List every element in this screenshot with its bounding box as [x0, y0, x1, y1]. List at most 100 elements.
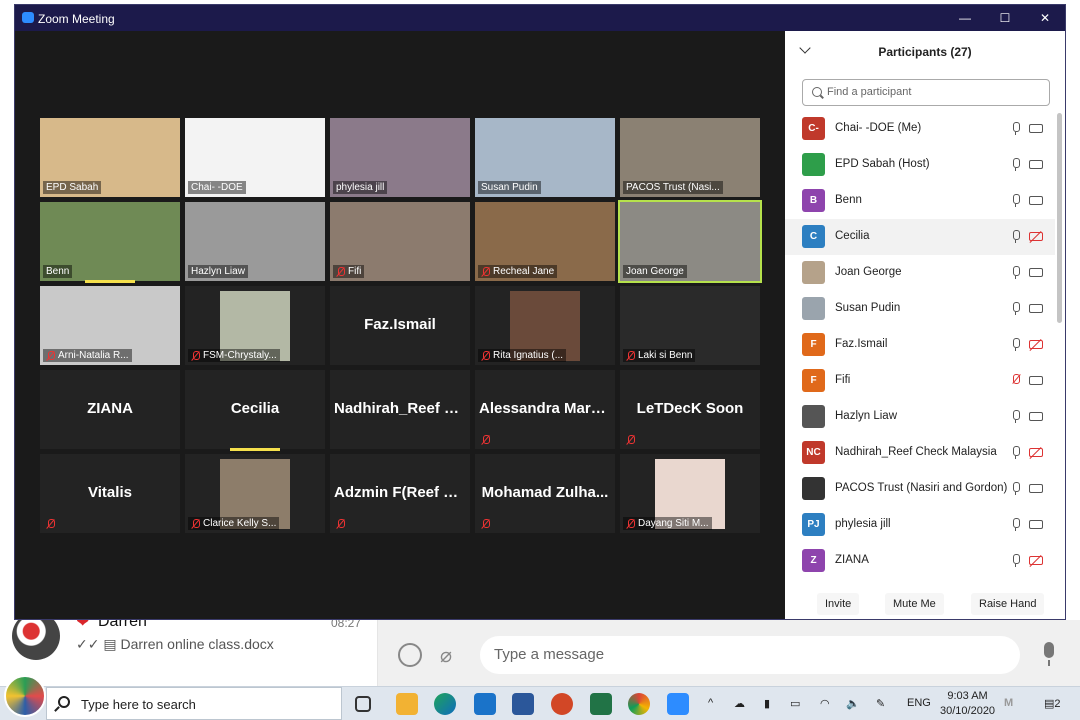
- edge-icon[interactable]: [434, 693, 456, 715]
- participant-row[interactable]: Hazlyn Liaw: [785, 399, 1055, 435]
- video-icon[interactable]: [1029, 196, 1043, 205]
- powerpoint-icon[interactable]: [551, 693, 573, 715]
- video-tile[interactable]: Mohamad Zulha...: [475, 454, 615, 533]
- app-icon[interactable]: M: [1004, 697, 1013, 709]
- video-tile[interactable]: Cecilia: [185, 370, 325, 451]
- video-icon[interactable]: [1029, 268, 1043, 277]
- zoom-taskbar-icon[interactable]: [667, 693, 689, 715]
- video-tile[interactable]: phylesia jill: [330, 118, 470, 197]
- participant-row[interactable]: EPD Sabah (Host): [785, 147, 1055, 183]
- video-tile[interactable]: EPD Sabah: [40, 118, 180, 197]
- video-tile[interactable]: Rita Ignatius (...: [475, 286, 615, 365]
- message-input[interactable]: Type a message: [480, 636, 1020, 674]
- emoji-icon[interactable]: [398, 643, 422, 667]
- clock[interactable]: 9:03 AM 30/10/2020: [940, 689, 995, 719]
- participant-row[interactable]: PACOS Trust (Nasiri and Gordon): [785, 471, 1055, 507]
- video-tile[interactable]: Adzmin F(Reef C...: [330, 454, 470, 533]
- video-tile[interactable]: Dayang Siti M...: [620, 454, 760, 533]
- minimize-button[interactable]: —: [945, 9, 985, 27]
- mic-icon[interactable]: [1012, 446, 1020, 459]
- maximize-button[interactable]: ☐: [985, 9, 1025, 27]
- participant-row[interactable]: PJ phylesia jill: [785, 507, 1055, 543]
- mic-icon[interactable]: [1012, 122, 1020, 135]
- video-tile[interactable]: LeTDecK Soon: [620, 370, 760, 449]
- video-icon[interactable]: [1029, 412, 1043, 421]
- mail-icon[interactable]: [474, 693, 496, 715]
- video-tile[interactable]: Recheal Jane: [475, 202, 615, 281]
- task-view-icon[interactable]: [355, 696, 371, 712]
- video-tile[interactable]: Alessandra Mark...: [475, 370, 615, 449]
- participant-row[interactable]: Z ZIANA: [785, 543, 1055, 579]
- mic-icon[interactable]: [1012, 554, 1020, 567]
- video-icon[interactable]: [1029, 484, 1043, 493]
- video-tile[interactable]: Nadhirah_Reef C...: [330, 370, 470, 449]
- close-button[interactable]: ✕: [1025, 9, 1065, 27]
- wifi-icon[interactable]: ◠: [820, 697, 830, 710]
- video-tile[interactable]: Fifi: [330, 202, 470, 281]
- phone-icon[interactable]: ▮: [764, 697, 770, 710]
- participant-row[interactable]: C- Chai- -DOE (Me): [785, 111, 1055, 147]
- video-icon[interactable]: [1029, 124, 1043, 133]
- participant-row[interactable]: F Fifi: [785, 363, 1055, 399]
- participant-row[interactable]: C Cecilia: [785, 219, 1055, 255]
- mic-icon[interactable]: [1012, 194, 1020, 207]
- word-icon[interactable]: [512, 693, 534, 715]
- video-tile[interactable]: PACOS Trust (Nasi...: [620, 118, 760, 197]
- video-icon[interactable]: [1029, 520, 1043, 529]
- mic-icon[interactable]: [1012, 482, 1020, 495]
- mic-icon[interactable]: [1012, 266, 1020, 279]
- video-tile[interactable]: Hazlyn Liaw: [185, 202, 325, 281]
- participant-list-scrollbar[interactable]: [1057, 113, 1062, 323]
- video-off-icon[interactable]: [1029, 232, 1043, 241]
- participant-search-input[interactable]: Find a participant: [802, 79, 1050, 106]
- video-tile[interactable]: Chai- -DOE: [185, 118, 325, 197]
- chrome-icon[interactable]: [628, 693, 650, 715]
- pen-icon[interactable]: ✎: [876, 697, 885, 710]
- video-tile[interactable]: Arni-Natalia R...: [40, 286, 180, 365]
- mic-icon[interactable]: [1012, 302, 1020, 315]
- volume-icon[interactable]: 🔈: [846, 697, 860, 710]
- mic-icon[interactable]: [1012, 230, 1020, 243]
- mic-icon[interactable]: [1012, 338, 1020, 351]
- video-icon[interactable]: [1029, 376, 1043, 385]
- voice-mic-icon[interactable]: [1040, 642, 1058, 668]
- tile-name-label: Rita Ignatius (...: [478, 349, 567, 362]
- video-off-icon[interactable]: [1029, 448, 1043, 457]
- video-tile[interactable]: FSM-Chrystaly...: [185, 286, 325, 365]
- mic-icon[interactable]: [1012, 518, 1020, 531]
- video-tile[interactable]: Joan George: [618, 200, 762, 283]
- onedrive-icon[interactable]: ☁: [734, 697, 745, 710]
- file-explorer-icon[interactable]: [396, 693, 418, 715]
- video-off-icon[interactable]: [1029, 556, 1043, 565]
- tray-chevron-icon[interactable]: ^: [708, 697, 713, 709]
- participant-row[interactable]: Joan George: [785, 255, 1055, 291]
- video-icon[interactable]: [1029, 160, 1043, 169]
- raise-hand-button[interactable]: Raise Hand: [971, 593, 1045, 615]
- video-tile[interactable]: Vitalis: [40, 454, 180, 533]
- mic-icon[interactable]: [1012, 158, 1020, 171]
- language-indicator[interactable]: ENG: [907, 697, 931, 709]
- video-tile[interactable]: ZIANA: [40, 370, 180, 449]
- video-off-icon[interactable]: [1029, 340, 1043, 349]
- invite-button[interactable]: Invite: [817, 593, 860, 615]
- participant-row[interactable]: B Benn: [785, 183, 1055, 219]
- mute-me-button[interactable]: Mute Me: [885, 593, 944, 615]
- battery-icon[interactable]: ▭: [790, 697, 800, 710]
- mic-muted-icon[interactable]: [1012, 374, 1020, 387]
- notifications-icon[interactable]: ▤2: [1044, 697, 1061, 710]
- participant-row[interactable]: NC Nadhirah_Reef Check Malaysia: [785, 435, 1055, 471]
- desktop-logo-icon: [4, 675, 46, 717]
- participant-row[interactable]: F Faz.Ismail: [785, 327, 1055, 363]
- video-tile[interactable]: Laki si Benn: [620, 286, 760, 365]
- taskbar-search[interactable]: Type here to search: [46, 687, 342, 720]
- attach-icon[interactable]: ⌀: [440, 643, 452, 668]
- video-tile[interactable]: Faz.Ismail: [330, 286, 470, 365]
- tile-name-text: Joan George: [626, 266, 684, 277]
- video-icon[interactable]: [1029, 304, 1043, 313]
- video-tile[interactable]: Clarice Kelly S...: [185, 454, 325, 533]
- video-tile[interactable]: Benn: [40, 202, 180, 283]
- participant-row[interactable]: Susan Pudin: [785, 291, 1055, 327]
- excel-icon[interactable]: [590, 693, 612, 715]
- mic-icon[interactable]: [1012, 410, 1020, 423]
- video-tile[interactable]: Susan Pudin: [475, 118, 615, 197]
